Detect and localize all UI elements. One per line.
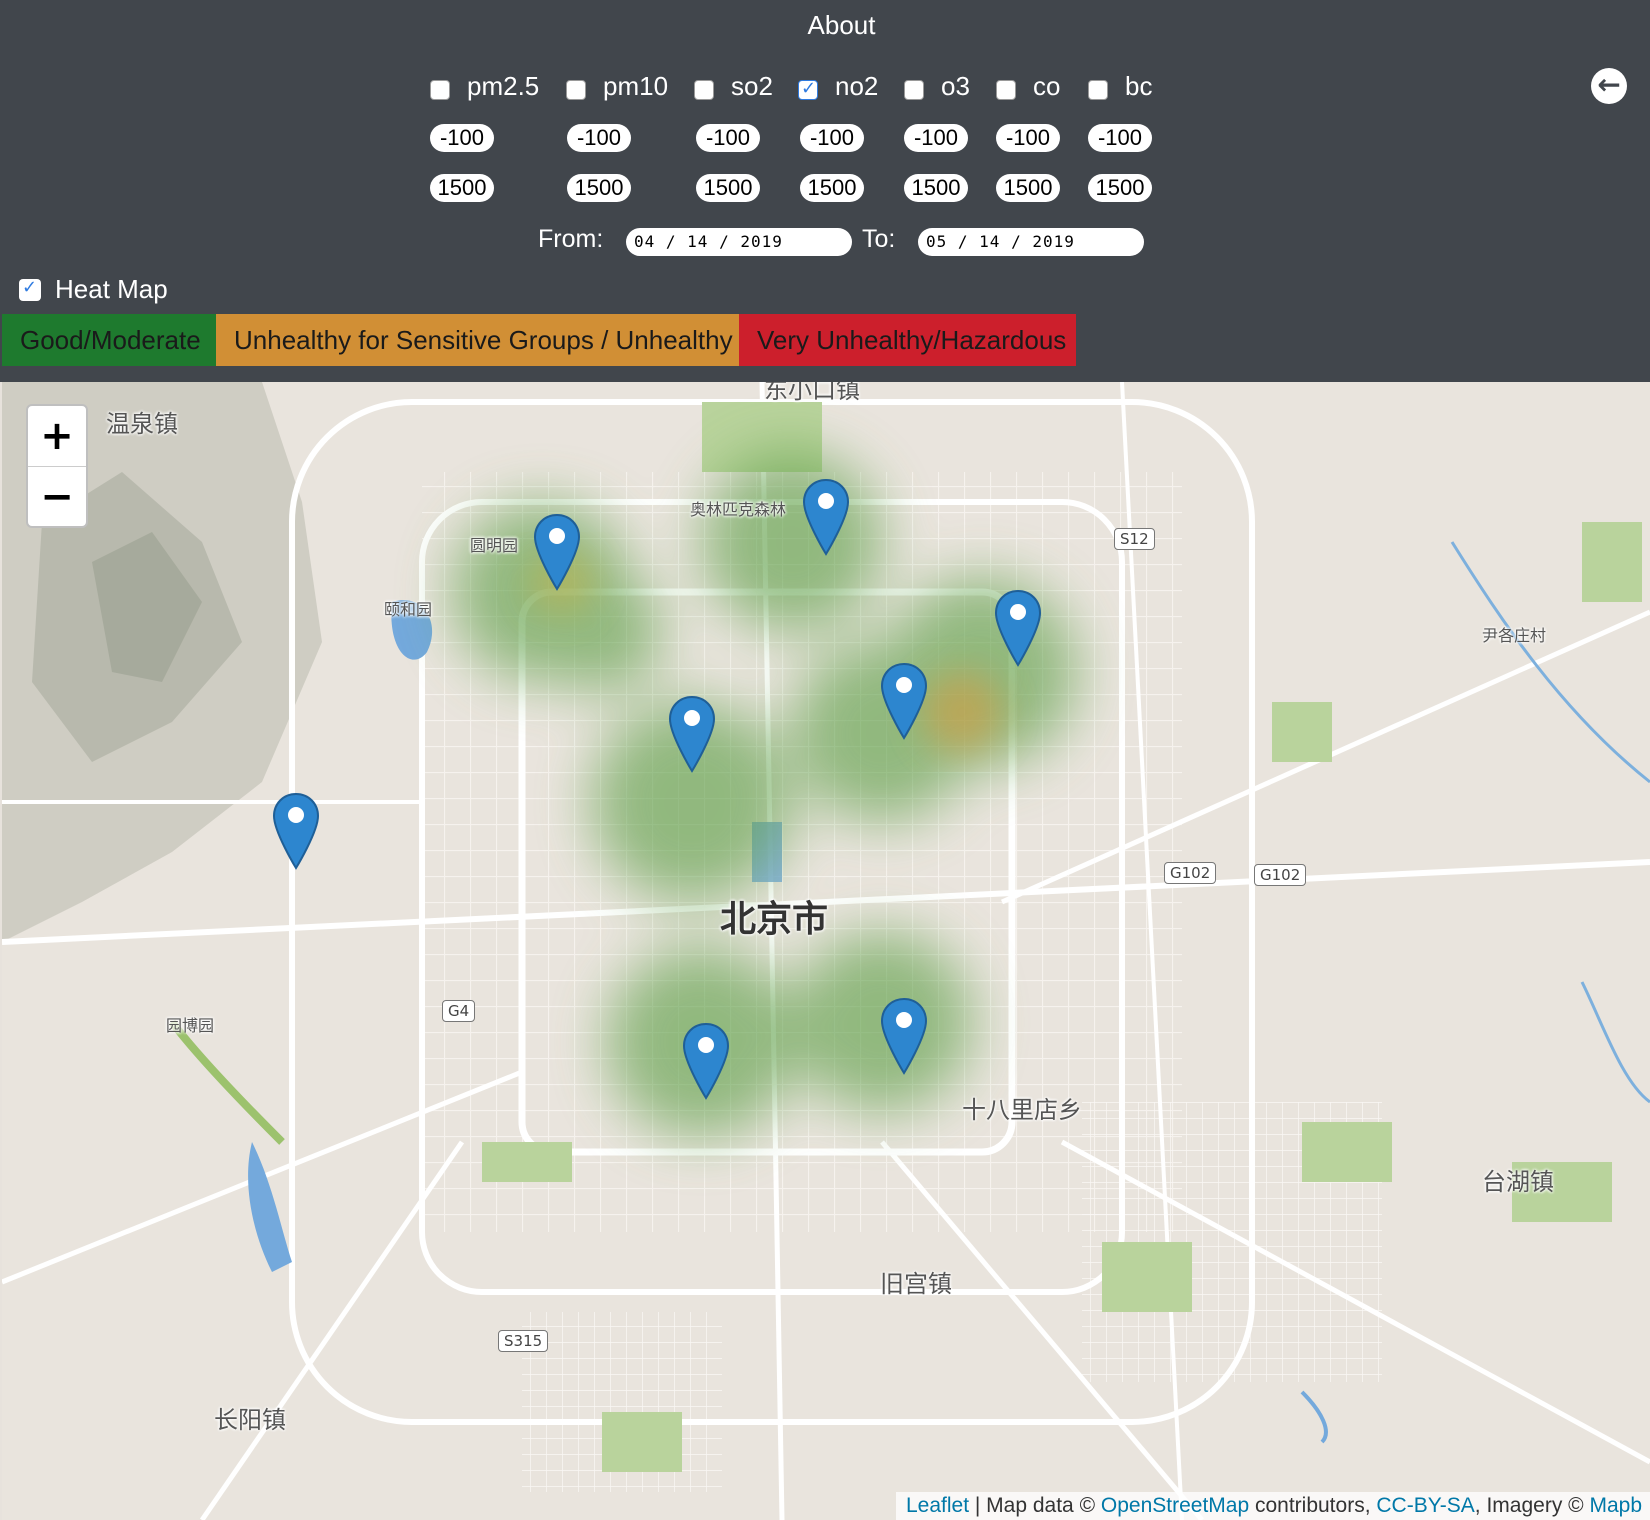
map-marker-icon[interactable] [880,662,928,740]
shield-g102-1: G102 [1164,862,1217,884]
co-label: co [1033,71,1061,101]
place-taihu: 台湖镇 [1482,1168,1554,1196]
place-yiheyuan: 颐和园 [384,600,433,619]
legend-good-moderate: Good/Moderate [2,314,216,366]
pm10-label: pm10 [603,71,669,101]
place-yinge: 尹各庄村 [1482,626,1547,645]
map-marker-icon[interactable] [682,1022,730,1100]
co-checkbox[interactable] [996,80,1016,100]
license-link[interactable]: CC-BY-SA [1376,1494,1474,1517]
so2-min-input[interactable]: -100 [696,124,760,152]
place-shibalidian: 十八里店乡 [962,1096,1082,1124]
map-marker-icon[interactable] [272,792,320,870]
o3-max-input[interactable]: 1500 [904,174,968,202]
legend-unhealthy: Unhealthy for Sensitive Groups / Unhealt… [216,314,739,366]
zoom-out-button[interactable]: − [28,467,86,527]
legend-hazardous: Very Unhealthy/Hazardous [739,314,1076,366]
bc-min-input[interactable]: -100 [1088,124,1152,152]
place-beijing: 北京市 [720,899,829,940]
pm10-min-input[interactable]: -100 [567,124,631,152]
co-max-input[interactable]: 1500 [996,174,1060,202]
place-wenquan: 温泉镇 [106,410,178,438]
place-jiugong: 旧宫镇 [880,1270,952,1298]
so2-label: so2 [731,71,773,101]
place-yuanmingyuan: 圆明园 [470,536,519,555]
no2-checkbox[interactable] [798,78,818,100]
leaflet-link[interactable]: Leaflet [906,1494,969,1517]
attribution-text-2: contributors, [1249,1494,1377,1517]
pollutant-pm25: pm2.5 -100 1500 [430,66,550,256]
so2-checkbox[interactable] [694,80,714,100]
shield-s315: S315 [498,1330,549,1352]
attribution-text-1: | Map data © [969,1494,1101,1517]
bc-label: bc [1125,71,1153,101]
map-marker-icon[interactable] [880,997,928,1075]
place-dongxiaokou: 东小口镇 [764,382,860,404]
shield-g4: G4 [442,1000,476,1022]
pm25-min-input[interactable]: -100 [430,124,494,152]
no2-label: no2 [835,71,879,101]
no2-min-input[interactable]: -100 [800,124,864,152]
o3-checkbox[interactable] [904,80,924,100]
to-label: To: [862,225,896,253]
from-label: From: [538,225,604,253]
heatmap-checkbox[interactable] [19,277,41,301]
from-date-input[interactable]: 04 / 14 / 2019 [626,228,852,256]
back-arrow-icon[interactable]: ← [1591,68,1627,104]
so2-max-input[interactable]: 1500 [696,174,760,202]
zoom-in-button[interactable]: + [28,406,86,467]
map-marker-icon[interactable] [668,695,716,773]
o3-min-input[interactable]: -100 [904,124,968,152]
control-panel: About pm2.5 -100 1500 pm10 -100 1500 so2… [0,0,1650,382]
bc-max-input[interactable]: 1500 [1088,174,1152,202]
pm25-checkbox[interactable] [430,80,450,100]
pm10-checkbox[interactable] [566,80,586,100]
shield-s12: S12 [1114,528,1155,550]
map-marker-icon[interactable] [994,589,1042,667]
mapbox-link[interactable]: Mapb [1589,1494,1642,1517]
pm10-max-input[interactable]: 1500 [567,174,631,202]
to-date-input[interactable]: 05 / 14 / 2019 [918,228,1144,256]
map-marker-icon[interactable] [802,478,850,556]
bc-checkbox[interactable] [1088,80,1108,100]
pm25-max-input[interactable]: 1500 [430,174,494,202]
map[interactable]: 温泉镇 东小口镇 奥林匹克森林 圆明园 颐和园 北京市 尹各庄村 园博园 十八里… [2,382,1650,1520]
place-yuanboyuan: 园博园 [166,1016,215,1035]
heatmap-label: Heat Map [55,274,168,304]
about-link[interactable]: About [0,10,1650,41]
shield-g102-2: G102 [1254,864,1307,886]
attribution-text-3: , Imagery © [1474,1494,1590,1517]
no2-max-input[interactable]: 1500 [800,174,864,202]
zoom-control: + − [26,404,88,528]
co-min-input[interactable]: -100 [996,124,1060,152]
place-olympic: 奥林匹克森林 [690,500,787,519]
osm-link[interactable]: OpenStreetMap [1101,1494,1249,1517]
place-changyang: 长阳镇 [214,1406,286,1434]
map-attribution: Leaflet | Map data © OpenStreetMap contr… [895,1492,1650,1520]
pm25-label: pm2.5 [467,71,540,101]
map-marker-icon[interactable] [533,513,581,591]
o3-label: o3 [941,71,970,101]
